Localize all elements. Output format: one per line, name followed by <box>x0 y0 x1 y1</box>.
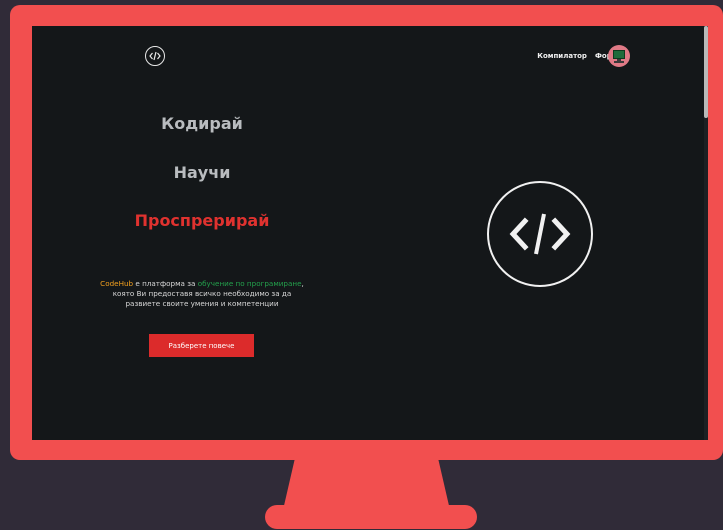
code-brackets-icon <box>487 181 593 287</box>
monitor-neck-right <box>438 458 450 510</box>
monitor-neck-left <box>283 458 295 510</box>
learn-more-button[interactable]: Разберете повече <box>149 334 254 357</box>
monitor-neck <box>295 458 438 510</box>
brand-name: CodeHub <box>100 279 134 288</box>
hero-word-code: Кодирай <box>161 114 243 133</box>
avatar-base <box>614 61 624 63</box>
website-screen: Компилатор Форум Кодирай Научи Проспрери… <box>32 26 708 440</box>
nav-link-compiler[interactable]: Компилатор <box>537 52 587 60</box>
hero-tagline: CodeHub е платформа за обучение по прогр… <box>97 279 307 309</box>
scrollbar-track[interactable] <box>704 26 708 440</box>
computer-avatar-icon[interactable] <box>608 45 630 67</box>
code-brackets-icon[interactable] <box>145 46 165 66</box>
tagline-part1: е платформа за <box>133 279 198 288</box>
hero-word-prosper: Проспрерирай <box>134 211 270 230</box>
scrollbar-thumb[interactable] <box>704 26 708 118</box>
avatar-screen <box>613 50 625 59</box>
monitor-base <box>265 505 477 529</box>
hero-word-learn: Научи <box>173 163 231 182</box>
tagline-highlight: обучение по програмиране <box>197 279 302 288</box>
